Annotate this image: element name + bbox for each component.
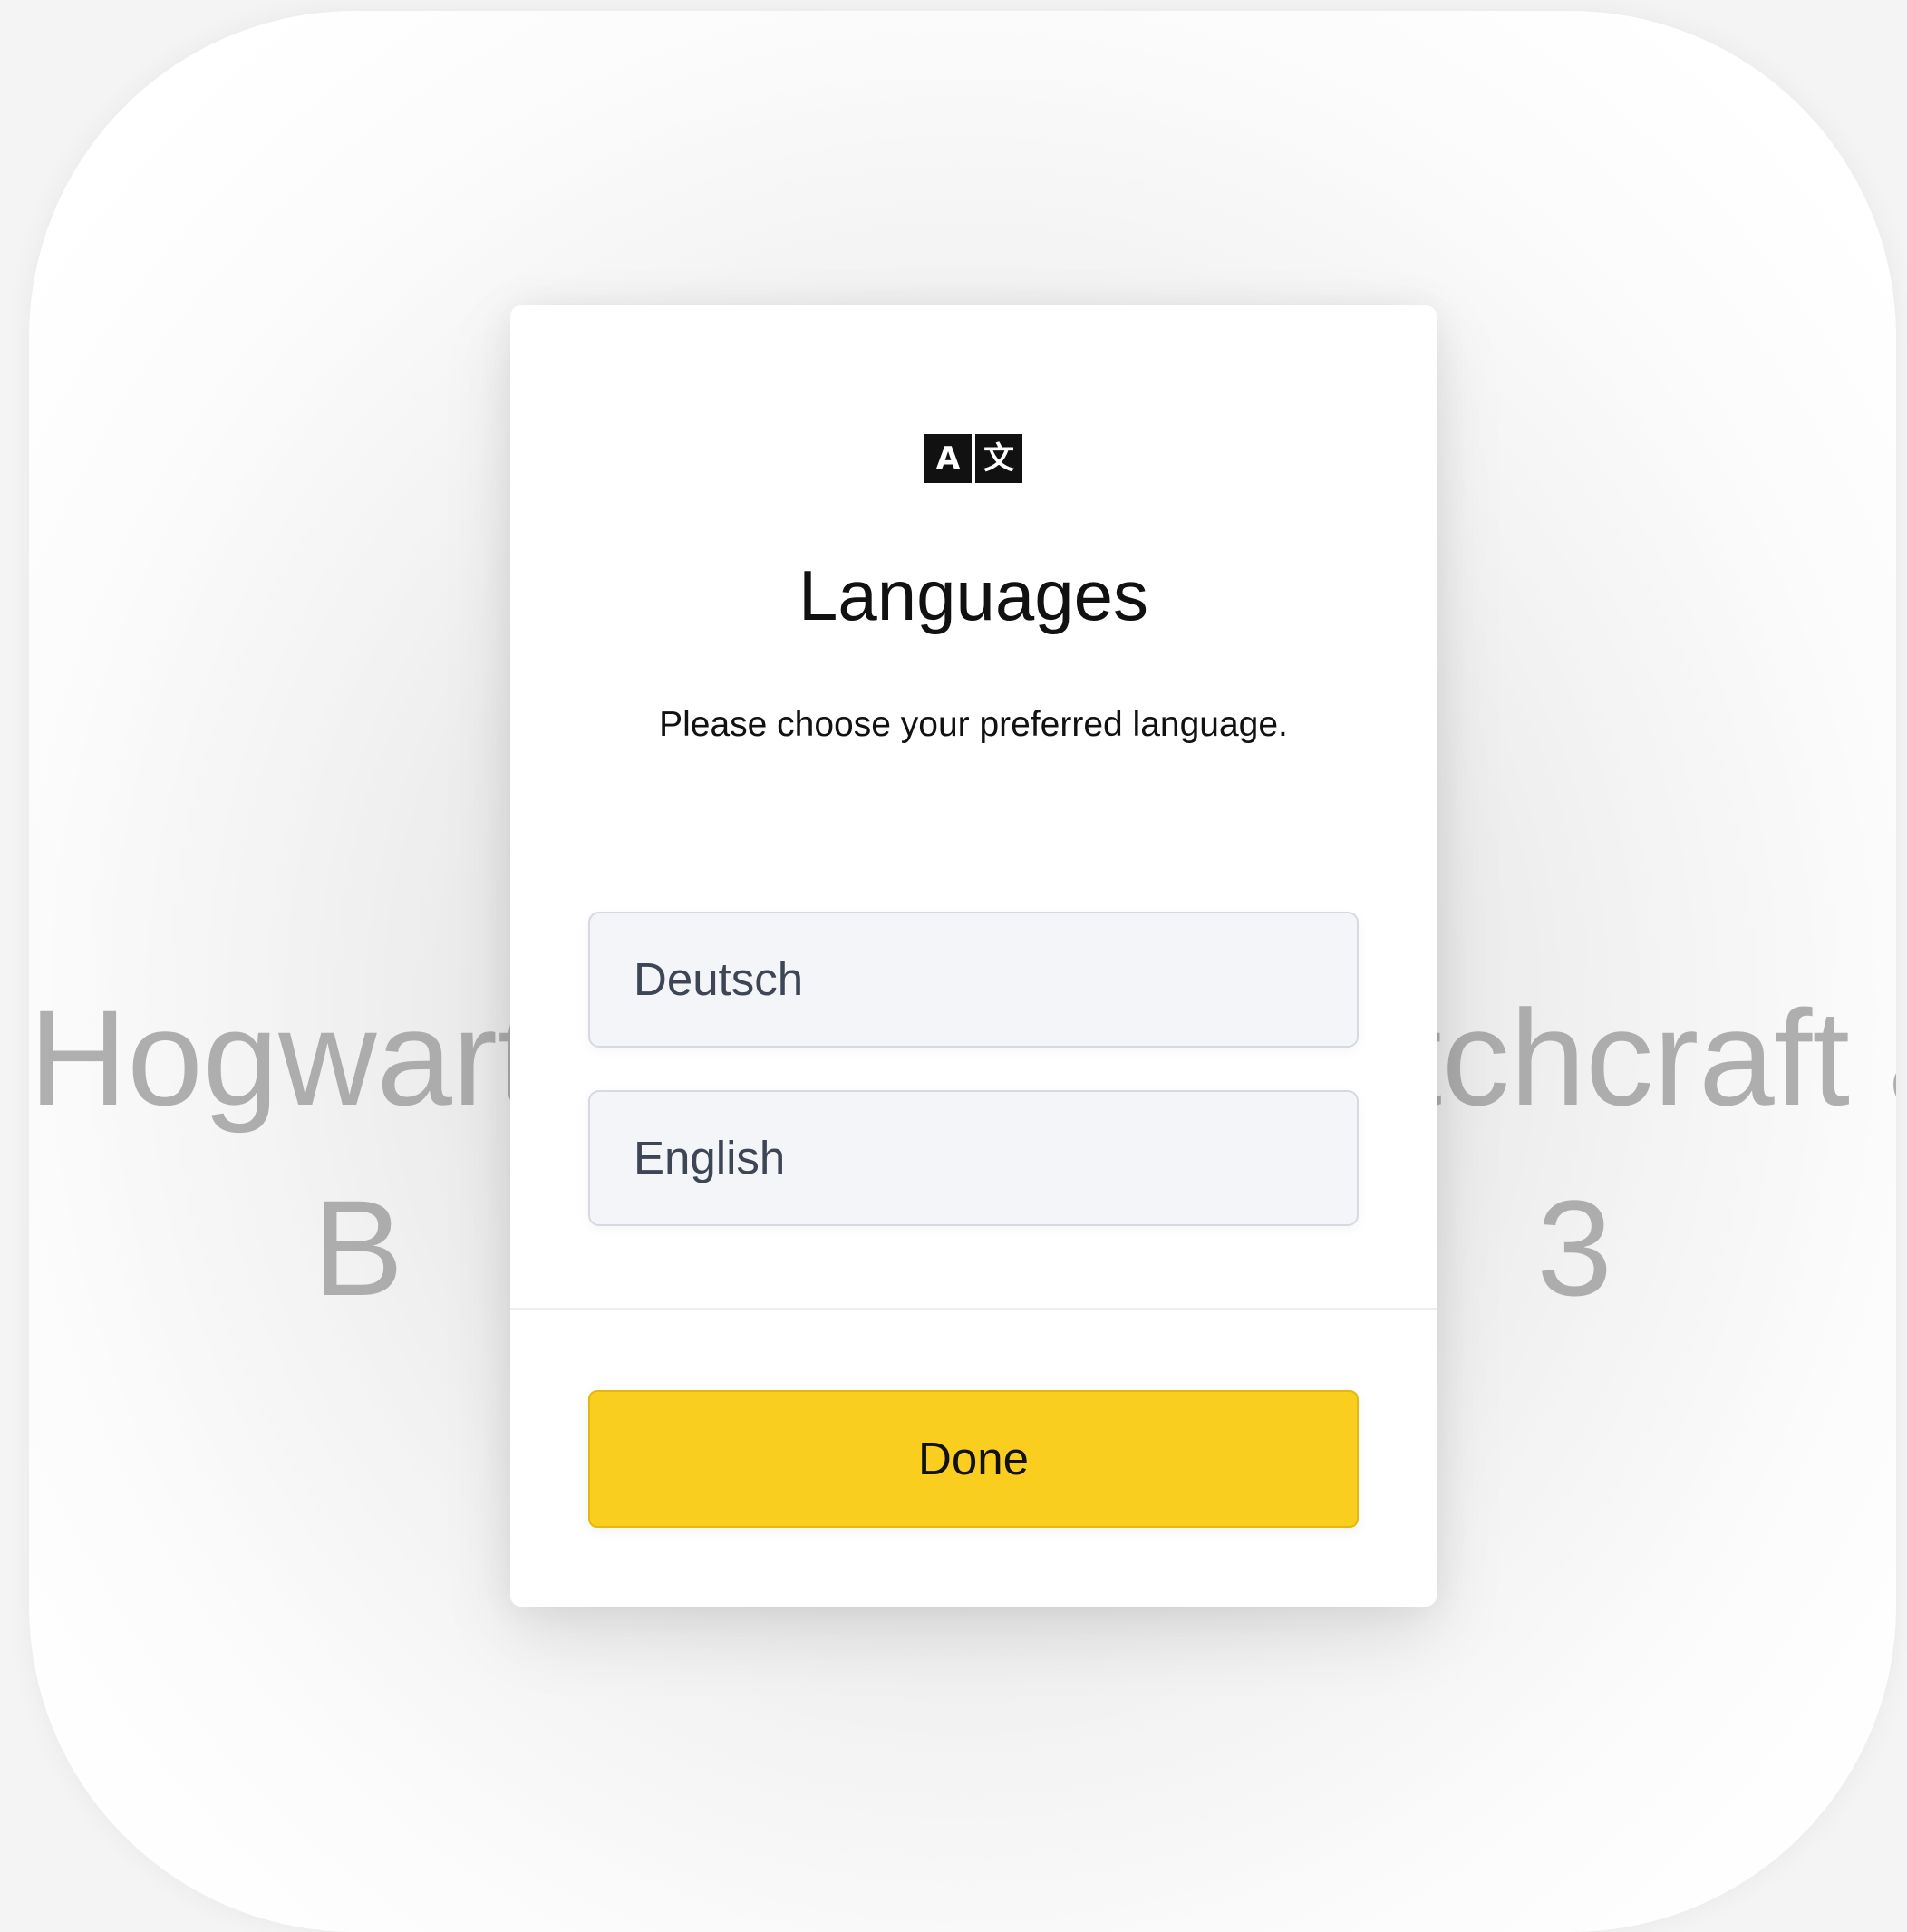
translate-icon-latin: A — [924, 434, 972, 483]
language-dialog: A 文 Languages Please choose your preferr… — [510, 305, 1437, 1607]
language-option-deutsch[interactable]: Deutsch — [588, 912, 1359, 1048]
language-option-english[interactable]: English — [588, 1090, 1359, 1226]
language-option-label: Deutsch — [634, 953, 804, 1005]
translate-icon-cjk: 文 — [975, 434, 1022, 483]
done-button[interactable]: Done — [588, 1390, 1359, 1528]
dialog-title: Languages — [798, 555, 1149, 635]
language-option-label: English — [634, 1132, 786, 1183]
translate-icon: A 文 — [924, 434, 1022, 483]
divider — [510, 1308, 1437, 1310]
dialog-subtitle: Please choose your preferred language. — [659, 705, 1288, 744]
